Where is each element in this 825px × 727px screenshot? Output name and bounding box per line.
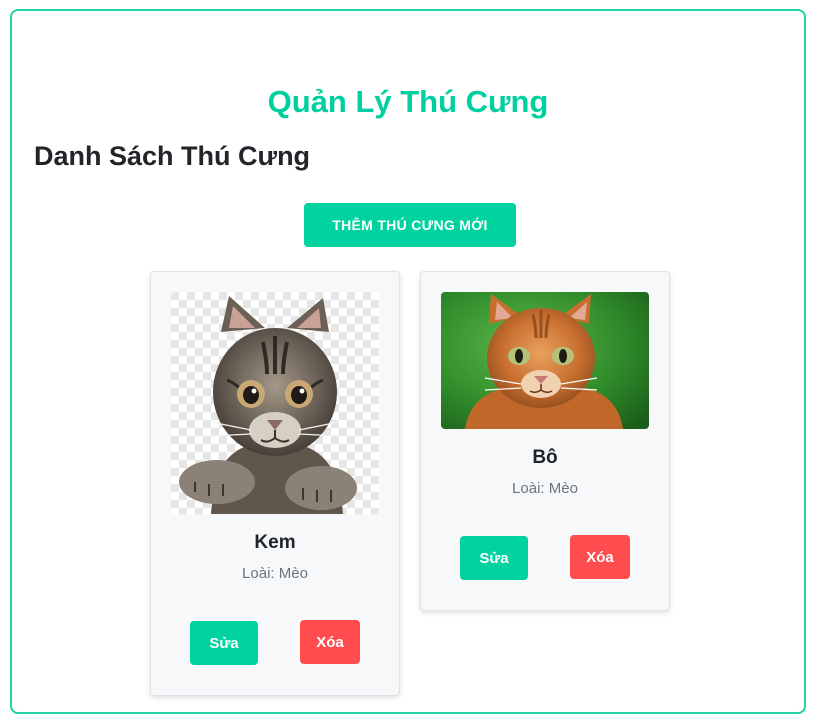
pet-list-heading: Danh Sách Thú Cưng <box>34 141 311 171</box>
add-pet-button[interactable]: THÊM THÚ CƯNG MỚI <box>304 203 516 247</box>
pet-card: Kem Loài: Mèo Sửa Xóa <box>150 271 400 696</box>
species-value: Mèo <box>278 565 308 582</box>
species-value: Mèo <box>548 480 578 497</box>
app-title: Quản Lý Thú Cưng <box>267 84 549 119</box>
pet-name: Kem <box>254 532 296 553</box>
pet-card: Bô Loài: Mèo Sửa Xóa <box>420 271 670 611</box>
species-label: Loài: <box>242 565 275 582</box>
app-container: Quản Lý Thú Cưng Danh Sách Thú Cưng THÊM… <box>10 9 806 714</box>
pet-photo <box>441 292 649 429</box>
pet-species: Loài: Mèo <box>421 479 669 499</box>
delete-pet-button[interactable]: Xóa <box>570 535 630 579</box>
pet-photo <box>171 292 379 514</box>
pet-species: Loài: Mèo <box>151 564 399 584</box>
edit-pet-button[interactable]: Sửa <box>460 536 528 580</box>
pet-name: Bô <box>532 447 558 468</box>
species-label: Loài: <box>512 480 545 497</box>
edit-pet-button[interactable]: Sửa <box>190 621 258 665</box>
delete-pet-button[interactable]: Xóa <box>300 620 360 664</box>
